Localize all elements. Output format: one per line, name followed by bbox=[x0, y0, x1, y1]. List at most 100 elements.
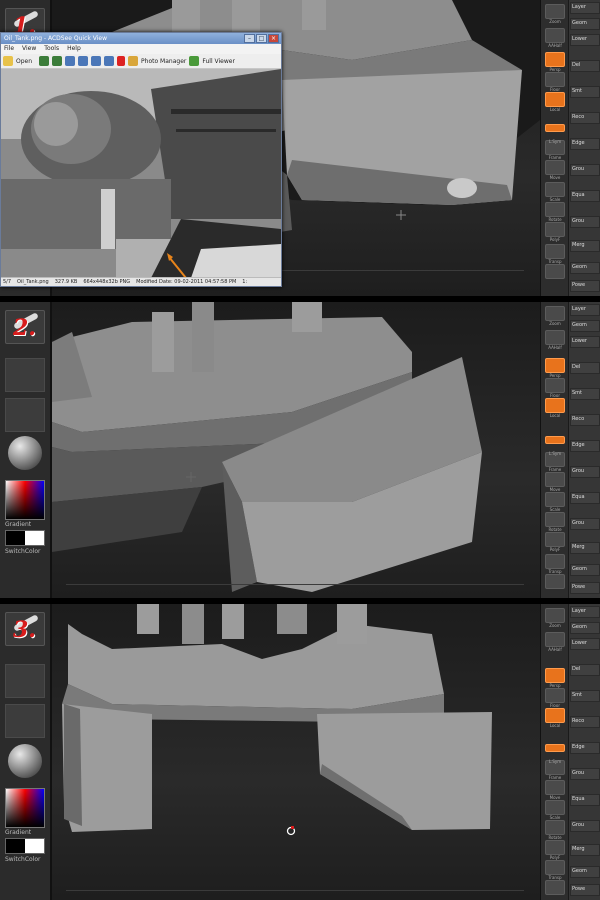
aahalf-button[interactable] bbox=[545, 330, 565, 345]
next-icon[interactable] bbox=[52, 56, 63, 66]
zbrush-viewport[interactable] bbox=[52, 604, 540, 900]
stroke-slot[interactable] bbox=[5, 358, 45, 392]
material-sphere-icon[interactable] bbox=[8, 744, 42, 778]
tutorial-step-3: 3. Gradient SwitchColor Zoom AAHalf Persp F… bbox=[0, 604, 600, 900]
persp-button[interactable] bbox=[545, 358, 565, 373]
full-viewer-icon[interactable] bbox=[189, 56, 200, 66]
persp-button[interactable] bbox=[545, 52, 565, 67]
toolbar-button-label: Floor bbox=[550, 87, 560, 92]
toolbar-button-label: Scale bbox=[549, 815, 561, 820]
floor-button[interactable] bbox=[545, 72, 565, 87]
frame-button[interactable] bbox=[545, 472, 565, 487]
scale-button[interactable] bbox=[545, 202, 565, 217]
material-sphere-icon[interactable] bbox=[8, 436, 42, 470]
previous-icon[interactable] bbox=[39, 56, 50, 66]
maximize-button[interactable]: □ bbox=[256, 34, 267, 43]
toolbar-button-label: Scale bbox=[549, 507, 561, 512]
persp-button[interactable] bbox=[545, 668, 565, 683]
model-render-step-2 bbox=[52, 302, 524, 592]
image-dimensions: 664x448x32b PNG bbox=[83, 279, 131, 285]
alpha-slot[interactable] bbox=[5, 398, 45, 432]
image-index: 5/7 bbox=[3, 279, 12, 285]
zoom-button[interactable] bbox=[545, 608, 565, 623]
local-button[interactable] bbox=[545, 92, 565, 107]
toolbar-button-label: Transp bbox=[548, 569, 562, 574]
acdsee-window[interactable]: Oil_Tank.png - ACDSee Quick View – □ × F… bbox=[0, 32, 282, 287]
open-button[interactable]: Open bbox=[16, 58, 32, 65]
rotate-button[interactable] bbox=[545, 222, 565, 237]
switch-color-label: SwitchColor bbox=[5, 856, 41, 863]
delete-icon[interactable] bbox=[117, 56, 126, 66]
scale-button[interactable] bbox=[545, 512, 565, 527]
stroke-slot[interactable] bbox=[5, 664, 45, 698]
rotate-right-icon[interactable] bbox=[78, 56, 89, 66]
polyf-button[interactable] bbox=[545, 244, 565, 259]
color-swatch[interactable] bbox=[5, 530, 45, 546]
tool-palette: Layer Geom Lower Del Smt Reco Edge Grou Equa Grou… bbox=[568, 604, 600, 900]
full-viewer-button[interactable]: Full Viewer bbox=[202, 58, 235, 65]
lsym-button[interactable] bbox=[545, 124, 565, 132]
transp-button[interactable] bbox=[545, 264, 565, 279]
palette-item-label: Layer bbox=[572, 4, 586, 10]
transp-button[interactable] bbox=[545, 574, 565, 589]
floor-button[interactable] bbox=[545, 688, 565, 703]
menu-bar: File View Tools Help bbox=[1, 44, 281, 54]
rotate-left-icon[interactable] bbox=[65, 56, 76, 66]
zoom-button[interactable] bbox=[545, 306, 565, 321]
toolbar-button-label: Frame bbox=[548, 775, 562, 780]
color-picker[interactable] bbox=[5, 788, 45, 828]
toolbar-button-label: Rotate bbox=[548, 835, 562, 840]
folder-icon[interactable] bbox=[3, 56, 13, 66]
menu-file[interactable]: File bbox=[4, 44, 14, 54]
left-shelf: 2. Gradient SwitchColor bbox=[0, 302, 52, 598]
zbrush-viewport[interactable] bbox=[52, 302, 540, 598]
palette-item-label: Layer bbox=[572, 608, 586, 614]
lsym-button[interactable] bbox=[545, 744, 565, 752]
palette-item-label: Smt bbox=[572, 390, 583, 396]
polyf-button[interactable] bbox=[545, 860, 565, 875]
zoom-out-icon[interactable] bbox=[104, 56, 115, 66]
rotate-button[interactable] bbox=[545, 840, 565, 855]
move-button[interactable] bbox=[545, 492, 565, 507]
brush-icon[interactable]: 2. bbox=[5, 310, 45, 344]
close-button[interactable]: × bbox=[268, 34, 279, 43]
brush-icon[interactable]: 3. bbox=[5, 612, 45, 646]
polyf-button[interactable] bbox=[545, 554, 565, 569]
palette-item-label: Del bbox=[572, 62, 581, 68]
color-swatch[interactable] bbox=[5, 838, 45, 854]
crosshair-icon bbox=[186, 472, 196, 482]
palette-item-label: Equa bbox=[572, 796, 585, 802]
menu-view[interactable]: View bbox=[22, 44, 36, 54]
palette-item-label: Equa bbox=[572, 192, 585, 198]
scale-button[interactable] bbox=[545, 820, 565, 835]
alpha-slot[interactable] bbox=[5, 704, 45, 738]
move-button[interactable] bbox=[545, 182, 565, 197]
palette-item-label: Grou bbox=[572, 770, 585, 776]
rotate-button[interactable] bbox=[545, 532, 565, 547]
menu-tools[interactable]: Tools bbox=[44, 44, 59, 54]
palette-item-label: Layer bbox=[572, 306, 586, 312]
local-button[interactable] bbox=[545, 398, 565, 413]
window-title: Oil_Tank.png - ACDSee Quick View bbox=[4, 35, 108, 42]
palette-item-label: Smt bbox=[572, 692, 583, 698]
window-titlebar[interactable]: Oil_Tank.png - ACDSee Quick View – □ × bbox=[1, 33, 281, 44]
floor-button[interactable] bbox=[545, 378, 565, 393]
zoom-button[interactable] bbox=[545, 4, 565, 19]
photo-manager-button[interactable]: Photo Manager bbox=[141, 58, 186, 65]
lsym-button[interactable] bbox=[545, 436, 565, 444]
local-button[interactable] bbox=[545, 708, 565, 723]
zoom-in-icon[interactable] bbox=[91, 56, 102, 66]
color-picker[interactable] bbox=[5, 480, 45, 520]
toolbar-button-label: Floor bbox=[550, 703, 560, 708]
toolbar-button-label: PolyF bbox=[549, 547, 561, 552]
toolbar-button-label: Local bbox=[549, 723, 561, 728]
frame-button[interactable] bbox=[545, 160, 565, 175]
minimize-button[interactable]: – bbox=[244, 34, 255, 43]
transp-button[interactable] bbox=[545, 880, 565, 895]
move-button[interactable] bbox=[545, 800, 565, 815]
photo-manager-icon[interactable] bbox=[128, 56, 139, 66]
menu-help[interactable]: Help bbox=[67, 44, 81, 54]
frame-button[interactable] bbox=[545, 780, 565, 795]
aahalf-button[interactable] bbox=[545, 28, 565, 43]
aahalf-button[interactable] bbox=[545, 632, 565, 647]
